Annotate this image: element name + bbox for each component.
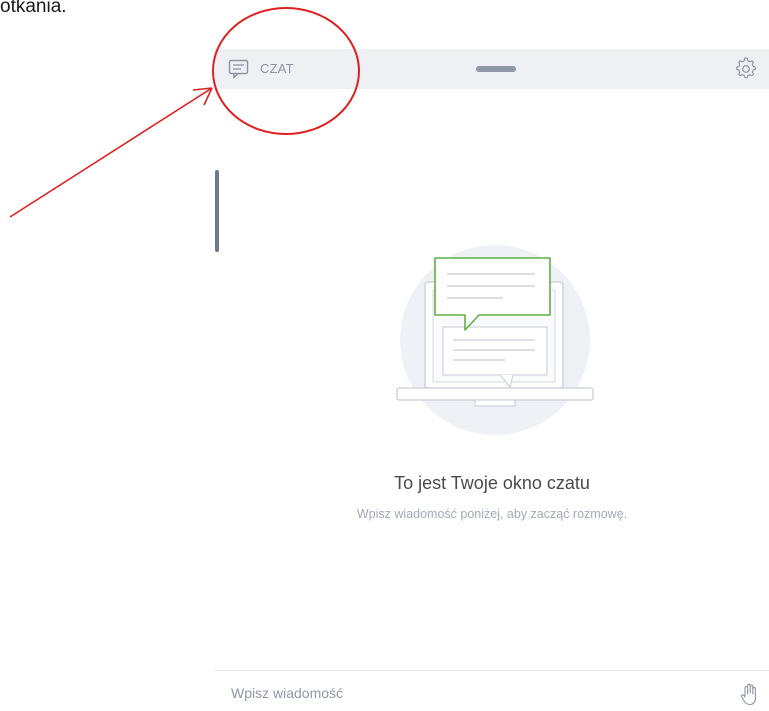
message-input[interactable]	[231, 681, 701, 705]
document-text: otkania.	[0, 0, 67, 17]
hand-icon[interactable]	[739, 683, 761, 707]
panel-edge-bar	[215, 170, 219, 252]
chat-header: CZAT	[215, 49, 769, 89]
empty-state-subtitle: Wpisz wiadomość poniżej, aby zacząć rozm…	[356, 507, 628, 521]
drag-handle[interactable]	[476, 66, 516, 72]
empty-state-title: To jest Twoje okno czatu	[394, 473, 590, 493]
annotation-arrow	[9, 87, 213, 218]
empty-chat-illustration	[385, 240, 605, 440]
chat-title: CZAT	[260, 61, 294, 76]
message-input-area	[215, 671, 769, 711]
gear-icon[interactable]	[734, 57, 758, 81]
chat-icon[interactable]	[228, 58, 249, 80]
annotation-arrowhead	[192, 87, 213, 106]
